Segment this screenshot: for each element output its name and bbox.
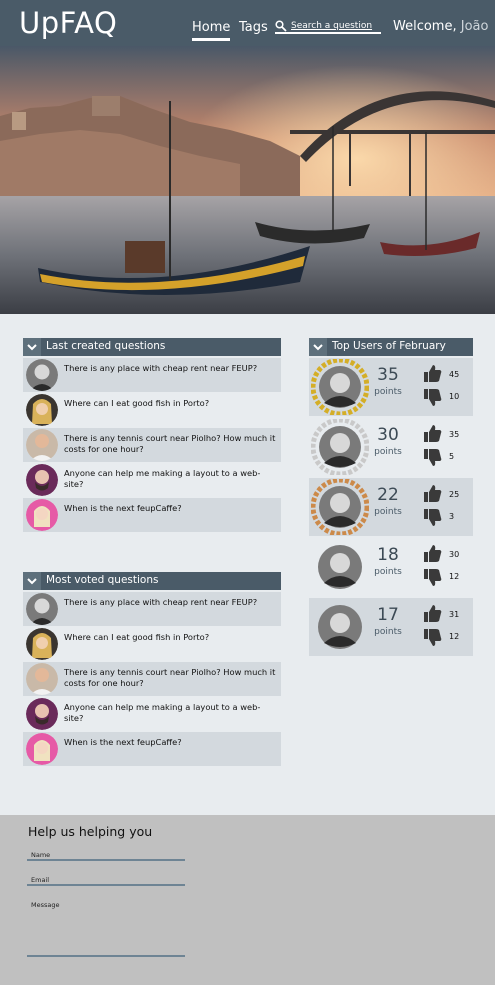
user-points: 35 [377, 365, 399, 385]
avatar-man-2[interactable] [26, 663, 58, 695]
footer-title: Help us helping you [28, 824, 153, 839]
list-item[interactable]: There is any place with cheap rent near … [23, 358, 281, 392]
top-nav-bar: UpFAQ Home Tags Search a question Welcom… [0, 0, 495, 46]
question-link[interactable]: There is any tennis court near Piolho? H… [64, 433, 276, 454]
upvote-count: 35 [449, 430, 460, 439]
list-item[interactable]: Anyone can help me making a layout to a … [23, 697, 281, 731]
welcome-prefix: Welcome, [393, 19, 457, 34]
downvote-count: 12 [449, 572, 460, 581]
last-created-title: Last created questions [46, 340, 166, 352]
list-item[interactable]: Anyone can help me making a layout to a … [23, 463, 281, 497]
message-field[interactable] [27, 907, 185, 957]
list-item[interactable]: There is any tennis court near Piolho? H… [23, 662, 281, 696]
search-question-link[interactable]: Search a question [291, 21, 372, 31]
site-logo[interactable]: UpFAQ [19, 6, 117, 40]
email-field-label: Email [31, 876, 50, 884]
avatar-man-1[interactable] [26, 359, 58, 391]
top-user-item[interactable]: 18 points 30 12 [309, 538, 473, 596]
user-points: 18 [377, 545, 399, 565]
upvote-count: 25 [449, 490, 460, 499]
question-link[interactable]: Where can I eat good fish in Porto? [64, 398, 276, 409]
question-link[interactable]: Where can I eat good fish in Porto? [64, 632, 276, 643]
nav-home-link[interactable]: Home [192, 20, 231, 41]
points-label: points [374, 627, 402, 637]
thumbs-down-icon[interactable] [423, 448, 442, 467]
list-item[interactable]: When is the next feupCaffe? [23, 498, 281, 532]
question-link[interactable]: Anyone can help me making a layout to a … [64, 702, 276, 723]
question-link[interactable]: There is any place with cheap rent near … [64, 363, 276, 374]
top-users-title: Top Users of February [332, 340, 446, 352]
avatar-woman-2[interactable] [26, 733, 58, 765]
list-item[interactable]: When is the next feupCaffe? [23, 732, 281, 766]
most-voted-header[interactable]: Most voted questions [23, 572, 281, 590]
thumbs-down-icon[interactable] [423, 628, 442, 647]
chevron-down-icon[interactable] [23, 338, 41, 356]
upvote-count: 31 [449, 610, 460, 619]
search-icon [275, 20, 287, 32]
question-link[interactable]: There is any tennis court near Piolho? H… [64, 667, 276, 688]
downvote-count: 5 [449, 452, 455, 461]
upvote-count: 30 [449, 550, 460, 559]
silver-medal-avatar[interactable] [311, 419, 369, 475]
list-item[interactable]: Where can I eat good fish in Porto? [23, 393, 281, 427]
thumbs-up-icon[interactable] [423, 544, 442, 563]
avatar[interactable] [311, 539, 369, 595]
top-user-item[interactable]: 22 points 25 3 [309, 478, 473, 536]
avatar-man-2[interactable] [26, 429, 58, 461]
thumbs-up-icon[interactable] [423, 604, 442, 623]
bronze-medal-avatar[interactable] [311, 479, 369, 535]
thumbs-up-icon[interactable] [423, 484, 442, 503]
thumbs-down-icon[interactable] [423, 388, 442, 407]
list-item[interactable]: There is any place with cheap rent near … [23, 592, 281, 626]
chevron-down-icon[interactable] [23, 572, 41, 590]
avatar-man-3[interactable] [26, 464, 58, 496]
name-field[interactable] [27, 859, 185, 861]
avatar[interactable] [311, 599, 369, 655]
question-link[interactable]: Anyone can help me making a layout to a … [64, 468, 276, 489]
downvote-count: 12 [449, 632, 460, 641]
points-label: points [374, 567, 402, 577]
avatar-woman-1[interactable] [26, 394, 58, 426]
top-user-item[interactable]: 17 points 31 12 [309, 598, 473, 656]
nav-tags-link[interactable]: Tags [239, 20, 268, 35]
upvote-count: 45 [449, 370, 460, 379]
user-points: 17 [377, 605, 399, 625]
thumbs-down-icon[interactable] [423, 508, 442, 527]
thumbs-up-icon[interactable] [423, 364, 442, 383]
most-voted-title: Most voted questions [46, 574, 159, 586]
question-link[interactable]: There is any place with cheap rent near … [64, 597, 276, 608]
avatar-man-1[interactable] [26, 593, 58, 625]
question-link[interactable]: When is the next feupCaffe? [64, 503, 276, 514]
avatar-man-3[interactable] [26, 698, 58, 730]
welcome-message: Welcome, João [393, 19, 488, 34]
thumbs-up-icon[interactable] [423, 424, 442, 443]
user-points: 30 [377, 425, 399, 445]
hero-porto-river-image [0, 46, 495, 314]
downvote-count: 3 [449, 512, 455, 521]
email-field[interactable] [27, 884, 185, 886]
top-user-item[interactable]: 30 points 35 5 [309, 418, 473, 476]
user-name-link[interactable]: João [461, 19, 489, 34]
list-item[interactable]: Where can I eat good fish in Porto? [23, 627, 281, 661]
top-users-header[interactable]: Top Users of February [309, 338, 473, 356]
search-box[interactable]: Search a question [275, 20, 381, 34]
avatar-woman-2[interactable] [26, 499, 58, 531]
chevron-down-icon[interactable] [309, 338, 327, 356]
question-link[interactable]: When is the next feupCaffe? [64, 737, 276, 748]
points-label: points [374, 387, 402, 397]
user-points: 22 [377, 485, 399, 505]
contact-footer: Help us helping you Name Email Message [0, 815, 495, 985]
downvote-count: 10 [449, 392, 460, 401]
top-user-item[interactable]: 35 points 45 10 [309, 358, 473, 416]
points-label: points [374, 447, 402, 457]
thumbs-down-icon[interactable] [423, 568, 442, 587]
gold-medal-avatar[interactable] [311, 359, 369, 415]
points-label: points [374, 507, 402, 517]
avatar-woman-1[interactable] [26, 628, 58, 660]
list-item[interactable]: There is any tennis court near Piolho? H… [23, 428, 281, 462]
name-field-label: Name [31, 851, 51, 859]
last-created-header[interactable]: Last created questions [23, 338, 281, 356]
